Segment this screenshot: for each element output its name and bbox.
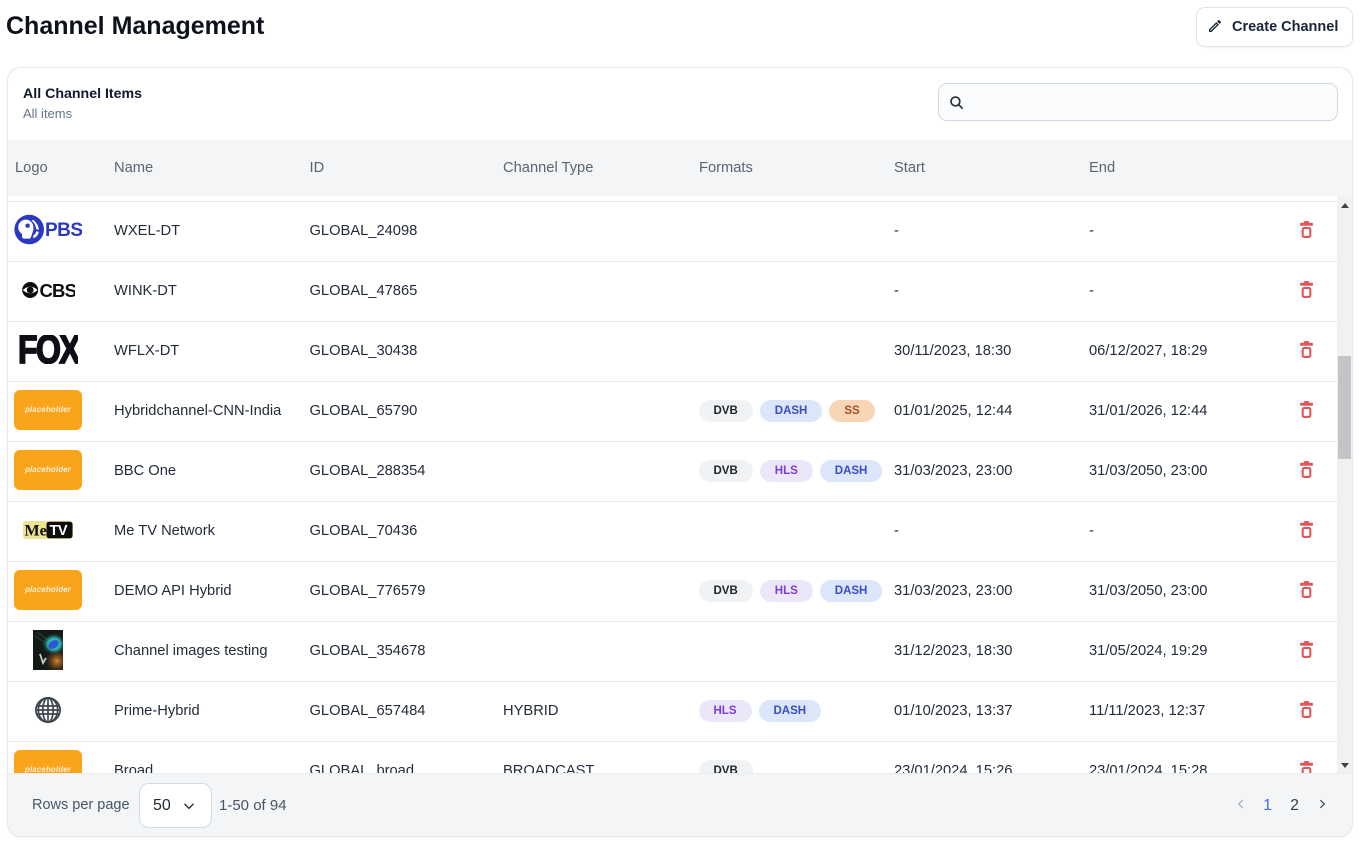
svg-text:TV: TV bbox=[50, 523, 68, 539]
svg-text:PBS: PBS bbox=[45, 220, 82, 241]
svg-text:Me: Me bbox=[25, 522, 47, 539]
svg-text:CBS: CBS bbox=[39, 281, 75, 299]
svg-text:FOX: FOX bbox=[18, 335, 78, 364]
